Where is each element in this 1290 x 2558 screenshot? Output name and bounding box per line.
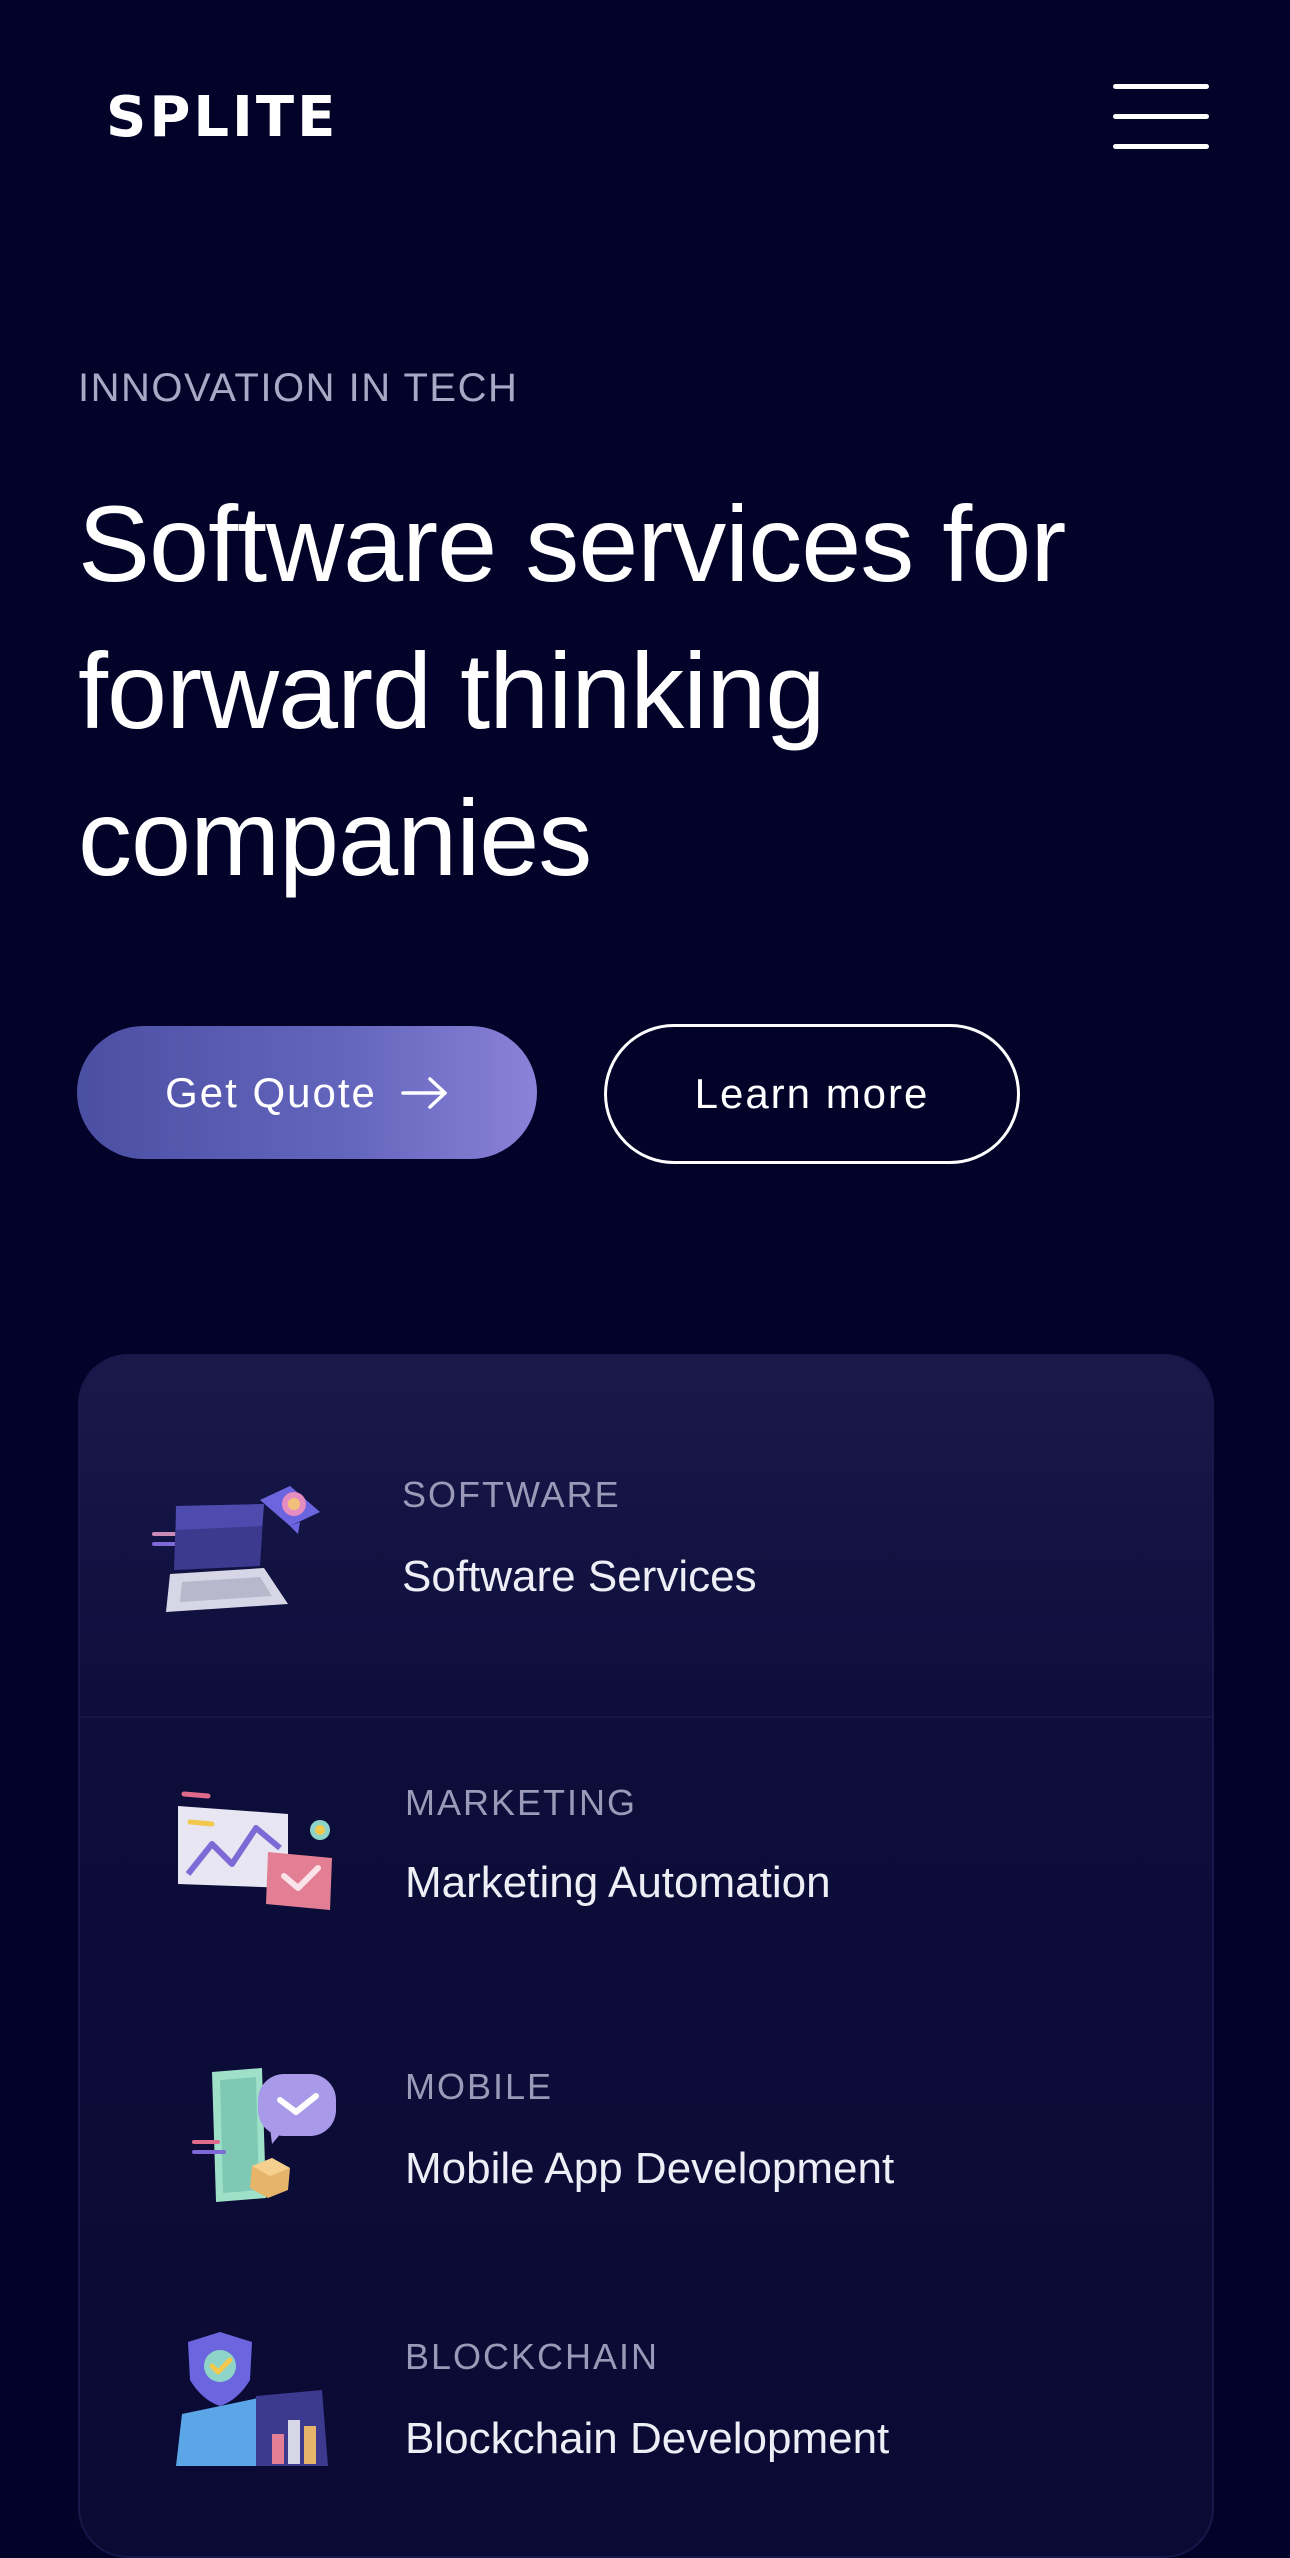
hero-title-line: Software services for bbox=[78, 483, 1066, 604]
get-quote-button[interactable]: Get Quote bbox=[77, 1026, 537, 1159]
service-item-blockchain[interactable]: BLOCKCHAIN Blockchain Development bbox=[80, 2286, 1212, 2556]
logo[interactable]: SPLITE bbox=[106, 86, 338, 150]
learn-more-button[interactable]: Learn more bbox=[604, 1024, 1020, 1164]
service-category: SOFTWARE bbox=[402, 1474, 621, 1515]
arrow-right-icon bbox=[401, 1076, 449, 1110]
menu-line bbox=[1113, 114, 1209, 119]
shield-chart-illustration-icon bbox=[172, 2326, 362, 2486]
hero-title: Software services for forward thinking c… bbox=[78, 470, 1228, 911]
service-name: Marketing Automation bbox=[405, 1858, 831, 1907]
hero-title-line: companies bbox=[78, 777, 592, 898]
hero-title-line: forward thinking bbox=[78, 630, 825, 751]
get-quote-label: Get Quote bbox=[165, 1068, 377, 1116]
service-item-mobile[interactable]: MOBILE Mobile App Development bbox=[80, 2006, 1212, 2286]
menu-line bbox=[1113, 144, 1209, 149]
service-name: Mobile App Development bbox=[405, 2144, 895, 2193]
learn-more-label: Learn more bbox=[694, 1070, 930, 1117]
service-name: Blockchain Development bbox=[405, 2414, 890, 2463]
service-name: Software Services bbox=[402, 1552, 757, 1601]
chart-mail-illustration-icon bbox=[172, 1788, 362, 1948]
service-category: MOBILE bbox=[405, 2066, 554, 2107]
laptop-illustration-icon bbox=[152, 1482, 342, 1642]
hero-eyebrow: INNOVATION IN TECH bbox=[78, 366, 519, 410]
site-header: SPLITE bbox=[0, 0, 1290, 240]
phone-chat-illustration-icon bbox=[192, 2066, 382, 2226]
service-category: BLOCKCHAIN bbox=[405, 2336, 660, 2377]
menu-line bbox=[1113, 84, 1209, 89]
services-card: SOFTWARE Software Services MARKETING Mar… bbox=[78, 1354, 1214, 2558]
hamburger-menu-icon[interactable] bbox=[1110, 80, 1210, 156]
service-item-marketing[interactable]: MARKETING Marketing Automation bbox=[80, 1716, 1212, 2008]
service-category: MARKETING bbox=[405, 1782, 638, 1823]
service-item-software[interactable]: SOFTWARE Software Services bbox=[80, 1356, 1212, 1716]
